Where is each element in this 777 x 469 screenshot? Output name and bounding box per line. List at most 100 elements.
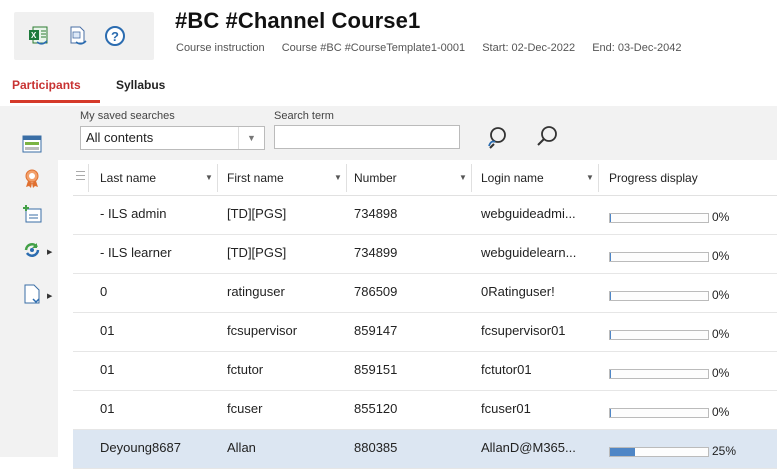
- progress-fill: [610, 409, 611, 417]
- document-export-icon[interactable]: [66, 25, 88, 47]
- progress-bar: [609, 447, 709, 457]
- progress-text: 25%: [712, 444, 737, 458]
- cell-first: fctutor: [227, 362, 264, 377]
- cell-login: webguidelearn...: [481, 245, 577, 260]
- cell-first: Allan: [227, 440, 256, 455]
- tool-column: ▶ ▶: [0, 106, 58, 457]
- column-progress-display[interactable]: Progress display: [609, 160, 698, 196]
- active-tab-indicator: [10, 100, 100, 103]
- progress-fill: [610, 214, 611, 222]
- course-meta: Course instruction Course #BC #CourseTem…: [176, 42, 696, 54]
- search-bar: My saved searches All contents ▼ Search …: [58, 106, 777, 160]
- page-title: #BC #Channel Course1: [175, 8, 421, 33]
- course-number: Course #BC #CourseTemplate1-0001: [281, 42, 466, 54]
- progress-text: 0%: [712, 405, 730, 419]
- table-row[interactable]: - ILS learner [TD][PGS] 734899 webguidelear…: [73, 235, 777, 274]
- cell-number: 859151: [354, 362, 398, 377]
- table-row[interactable]: 01 fcsupervisor 859147 fcsupervisor01 0%: [73, 313, 777, 352]
- column-divider: [88, 164, 89, 192]
- progress-text: 0%: [712, 288, 730, 302]
- progress-fill: [610, 448, 635, 456]
- table-row[interactable]: Deyoung8687 Allan 880385 AllanD@M365... 25%: [73, 430, 777, 469]
- page-header: X ? #BC #Channel Course1 Course instruct…: [0, 0, 777, 68]
- cell-last: Deyoung8687: [100, 440, 181, 455]
- table-row[interactable]: 0 ratinguser 786509 0Ratinguser! 0%: [73, 274, 777, 313]
- cell-number: 859147: [354, 323, 398, 338]
- course-end: End: 03-Dec-2042: [592, 42, 682, 54]
- progress-text: 0%: [712, 249, 730, 263]
- progress-bar: [609, 408, 709, 418]
- tab-syllabus[interactable]: Syllabus: [116, 78, 165, 92]
- cell-login: fcsupervisor01: [481, 323, 566, 338]
- cell-last: 0: [100, 284, 108, 299]
- cell-last: 01: [100, 323, 115, 338]
- filter-icon[interactable]: ▼: [334, 173, 342, 182]
- cell-number: 734899: [354, 245, 398, 260]
- column-divider: [217, 164, 218, 192]
- table-header: Last name ▼ First name ▼ Number ▼ Login …: [73, 160, 777, 196]
- progress-fill: [610, 331, 611, 339]
- cell-first: [TD][PGS]: [227, 206, 287, 221]
- table-row[interactable]: 01 fctutor 859151 fctutor01 0%: [73, 352, 777, 391]
- svg-text:X: X: [31, 31, 37, 40]
- excel-export-icon[interactable]: X: [27, 25, 49, 47]
- cell-login: fcuser01: [481, 401, 531, 416]
- search-icon[interactable]: [534, 124, 560, 150]
- progress-bar: [609, 252, 709, 262]
- saved-searches-label: My saved searches: [80, 110, 175, 122]
- filter-icon[interactable]: ▼: [586, 173, 594, 182]
- cell-number: 734898: [354, 206, 398, 221]
- cell-login: AllanD@M365...: [481, 440, 576, 455]
- cell-login: 0Ratinguser!: [481, 284, 555, 299]
- progress-bar: [609, 330, 709, 340]
- tab-participants[interactable]: Participants: [12, 78, 81, 92]
- progress-text: 0%: [712, 366, 730, 380]
- list-view-icon[interactable]: [22, 134, 42, 154]
- search-term-label: Search term: [274, 110, 334, 122]
- column-menu-icon[interactable]: [76, 171, 85, 183]
- course-start: Start: 02-Dec-2022: [482, 42, 576, 54]
- filter-icon[interactable]: ▼: [459, 173, 467, 182]
- saved-searches-select[interactable]: All contents ▼: [80, 126, 265, 150]
- sync-menu-arrow-icon[interactable]: ▶: [47, 248, 52, 256]
- help-icon[interactable]: ?: [104, 25, 126, 47]
- column-first-name[interactable]: First name: [227, 160, 284, 196]
- document-menu-arrow-icon[interactable]: ▶: [47, 292, 52, 300]
- cell-number: 855120: [354, 401, 398, 416]
- cell-first: fcsupervisor: [227, 323, 298, 338]
- certificate-icon[interactable]: [22, 168, 42, 188]
- cell-first: [TD][PGS]: [227, 245, 287, 260]
- table-row[interactable]: 01 fcuser 855120 fcuser01 0%: [73, 391, 777, 430]
- document-icon[interactable]: [22, 284, 42, 304]
- cell-number: 786509: [354, 284, 398, 299]
- column-divider: [346, 164, 347, 192]
- column-divider: [471, 164, 472, 192]
- column-divider: [598, 164, 599, 192]
- progress-text: 0%: [712, 210, 730, 224]
- progress-bar: [609, 213, 709, 223]
- progress-text: 0%: [712, 327, 730, 341]
- course-type: Course instruction: [176, 42, 265, 54]
- saved-searches-value: All contents: [86, 130, 154, 145]
- sync-icon[interactable]: [22, 240, 42, 260]
- progress-fill: [610, 370, 611, 378]
- cell-first: ratinguser: [227, 284, 285, 299]
- progress-fill: [610, 292, 611, 300]
- search-term-input[interactable]: [274, 125, 460, 149]
- cell-last: 01: [100, 401, 115, 416]
- column-login-name[interactable]: Login name: [481, 160, 544, 196]
- table-row[interactable]: - ILS admin [TD][PGS] 734898 webguideadmi..…: [73, 196, 777, 235]
- svg-text:?: ?: [111, 29, 119, 44]
- progress-fill: [610, 253, 611, 261]
- cell-last: 01: [100, 362, 115, 377]
- header-toolbar: X ?: [14, 12, 154, 60]
- cell-login: fctutor01: [481, 362, 532, 377]
- progress-bar: [609, 369, 709, 379]
- column-last-name[interactable]: Last name: [100, 160, 156, 196]
- filter-icon[interactable]: ▼: [205, 173, 213, 182]
- user-search-icon[interactable]: [484, 124, 510, 150]
- chevron-down-icon[interactable]: ▼: [238, 127, 264, 149]
- column-number[interactable]: Number: [354, 160, 397, 196]
- cell-last: - ILS admin: [100, 206, 167, 221]
- add-participant-icon[interactable]: [22, 204, 42, 224]
